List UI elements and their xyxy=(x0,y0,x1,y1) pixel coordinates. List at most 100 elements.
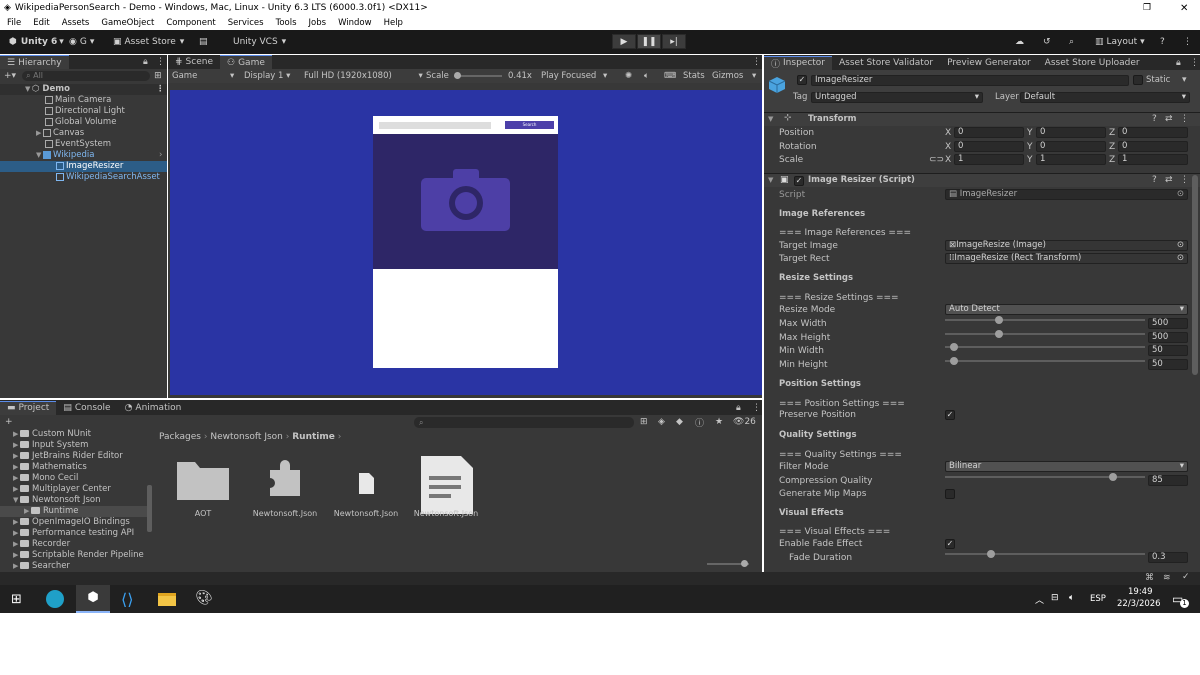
tab-hierarchy[interactable]: ☰ Hierarchy xyxy=(0,55,69,69)
project-tree-item[interactable]: ▶ Performance testing API xyxy=(0,528,148,539)
hierarchy-item[interactable]: ▼ Wikipedia › xyxy=(0,150,167,161)
language-indicator[interactable]: ESP xyxy=(1090,594,1106,604)
active-checkbox[interactable]: ✓ xyxy=(797,75,807,85)
menu-edit[interactable]: Edit xyxy=(33,18,49,28)
asset-item[interactable]: Newtonsoft.Json xyxy=(252,456,318,518)
fade-duration-slider[interactable] xyxy=(945,547,1145,561)
menu-dots-icon[interactable]: ⋮ xyxy=(1178,34,1197,50)
hidden-count[interactable]: 👁︎26 xyxy=(733,417,756,427)
cloud-icon[interactable]: ▤ xyxy=(194,34,213,50)
tab-preview-generator[interactable]: Preview Generator xyxy=(940,56,1038,70)
add-icon[interactable]: + xyxy=(5,417,13,427)
menu-assets[interactable]: Assets xyxy=(62,18,90,28)
resolution-dropdown[interactable]: Full HD (1920x1080) ▾ xyxy=(304,71,423,81)
add-icon[interactable]: +▾ xyxy=(4,71,16,81)
static-dropdown-icon[interactable]: ▾ xyxy=(1182,75,1187,85)
search-input[interactable] xyxy=(379,122,491,129)
hierarchy-item[interactable]: EventSystem xyxy=(0,139,167,150)
clock-time[interactable]: 19:49 xyxy=(1128,587,1153,597)
network-icon[interactable]: ⊟ xyxy=(1051,593,1059,603)
preset-icon[interactable]: ⇄ xyxy=(1165,175,1173,185)
menu-help[interactable]: Help xyxy=(384,18,403,28)
object-picker-icon[interactable]: ⊙ xyxy=(1177,254,1184,263)
menu-services[interactable]: Services xyxy=(228,18,264,28)
asset-item[interactable]: Newtonsoft.Json xyxy=(333,456,399,518)
inspector-scrollbar[interactable] xyxy=(1192,175,1198,375)
search-by-type-icon[interactable]: ⊞ xyxy=(640,417,648,427)
project-tree-item[interactable]: ▶ Mathematics xyxy=(0,462,148,473)
game-mode-dropdown[interactable]: Game ▾ xyxy=(172,71,234,81)
static-checkbox[interactable] xyxy=(1133,75,1143,85)
favorite-icon[interactable]: ★ xyxy=(715,417,723,427)
target-rect-field[interactable]: ⁞⁞ImageResize (Rect Transform) ⊙ xyxy=(945,253,1188,264)
position-z[interactable]: 0 xyxy=(1118,127,1188,138)
volume-icon[interactable]: 🔈︎ xyxy=(1069,593,1074,603)
scale-slider[interactable] xyxy=(454,72,502,79)
play-button[interactable]: ▶ xyxy=(612,34,636,49)
windows-start-icon[interactable]: ⊞ xyxy=(11,592,22,607)
panel-menu-icon[interactable]: ⋮ xyxy=(752,403,761,413)
position-y[interactable]: 0 xyxy=(1036,127,1106,138)
tab-game[interactable]: ⚇ Game xyxy=(220,55,272,69)
lock-icon[interactable]: 🔒︎ xyxy=(143,57,148,67)
component-menu-icon[interactable]: ⋮ xyxy=(1180,114,1189,124)
hierarchy-search-input[interactable]: ⌕ All xyxy=(22,71,151,81)
project-tree-item[interactable]: ▼ Newtonsoft Json xyxy=(0,495,148,506)
asset-item[interactable]: AOT xyxy=(172,456,234,518)
close-button[interactable]: ✕ xyxy=(1180,3,1188,14)
min-width-slider[interactable] xyxy=(945,340,1145,354)
panel-menu-icon[interactable]: ⋮ xyxy=(156,57,165,67)
tab-asset-store-validator[interactable]: Asset Store Validator xyxy=(832,56,940,70)
help-icon[interactable]: ? xyxy=(1152,114,1157,124)
help-icon[interactable]: ? xyxy=(1152,175,1157,185)
link-icon[interactable]: ⊂⊃ xyxy=(929,155,944,165)
hierarchy-item[interactable]: Directional Light xyxy=(0,106,167,117)
script-field[interactable]: ▤ ImageResizer ⊙ xyxy=(945,189,1188,200)
account-button[interactable]: ⬢ Unity 6 ▾ xyxy=(4,34,69,50)
hierarchy-item[interactable]: WikipediaSearchAsset xyxy=(0,172,167,183)
menu-file[interactable]: File xyxy=(7,18,21,28)
scale-z[interactable]: 1 xyxy=(1118,154,1188,165)
project-tree-item[interactable]: ▶ Searcher xyxy=(0,561,148,572)
breadcrumb-runtime[interactable]: Runtime xyxy=(292,432,335,442)
scale-y[interactable]: 1 xyxy=(1036,154,1106,165)
min-height-slider[interactable] xyxy=(945,354,1145,368)
label-icon[interactable]: ◆ xyxy=(676,417,683,427)
file-explorer-icon[interactable] xyxy=(158,593,176,606)
clock-date[interactable]: 22/3/2026 xyxy=(1117,599,1161,609)
hierarchy-item[interactable]: Main Camera xyxy=(0,95,167,106)
asset-item[interactable]: Newtonsoft.Json xyxy=(413,456,479,518)
restore-button[interactable]: ❐ xyxy=(1143,3,1151,13)
project-tree-item[interactable]: ▶ Recorder xyxy=(0,539,148,550)
lock-icon[interactable]: 🔒︎ xyxy=(736,403,741,413)
history-icon[interactable]: ↺ xyxy=(1038,34,1056,50)
tree-scrollbar[interactable] xyxy=(147,485,152,532)
layer-dropdown[interactable]: Default ▾ xyxy=(1020,92,1190,103)
tab-scene[interactable]: ⋕ Scene xyxy=(168,55,220,69)
position-x[interactable]: 0 xyxy=(954,127,1024,138)
component-enabled-checkbox[interactable]: ✓ xyxy=(794,176,804,186)
project-search-input[interactable]: ⌕ xyxy=(414,417,634,428)
tab-animation[interactable]: ◔ Animation xyxy=(118,401,189,415)
tab-asset-store-uploader[interactable]: Asset Store Uploader xyxy=(1038,56,1147,70)
hierarchy-item-selected[interactable]: ImageResizer xyxy=(0,161,167,172)
compression-quality-slider[interactable] xyxy=(945,470,1145,484)
info-icon[interactable]: ⓘ xyxy=(695,416,704,429)
asset-store-button[interactable]: ▣ Asset Store ▾ xyxy=(108,34,189,50)
gizmos-dropdown-icon[interactable]: ▾ xyxy=(752,71,756,81)
max-width-slider[interactable] xyxy=(945,313,1145,327)
chevron-up-icon[interactable]: ︿ xyxy=(1035,593,1044,606)
settings-icon[interactable]: ✺ xyxy=(625,71,632,81)
project-tree-item[interactable]: ▶ Input System xyxy=(0,440,148,451)
tag-dropdown[interactable]: Untagged ▾ xyxy=(811,92,983,103)
target-image-field[interactable]: ⊠ImageResize (Image) ⊙ xyxy=(945,240,1188,251)
keyboard-icon[interactable]: ⌨ xyxy=(664,71,676,81)
tab-project[interactable]: ▬ Project xyxy=(0,400,57,415)
preserve-position-checkbox[interactable]: ✓ xyxy=(945,410,955,420)
audio-icon[interactable]: 🔈︎ xyxy=(644,71,649,81)
scene-row[interactable]: ▼ ⬡ Demo ⋮ xyxy=(0,84,167,95)
panel-menu-icon[interactable]: ⋮ xyxy=(1190,58,1199,68)
pause-button[interactable]: ❚❚ xyxy=(637,34,661,49)
vscode-icon[interactable]: ⟨⟩ xyxy=(121,590,133,609)
edge-browser-icon[interactable] xyxy=(46,590,64,608)
